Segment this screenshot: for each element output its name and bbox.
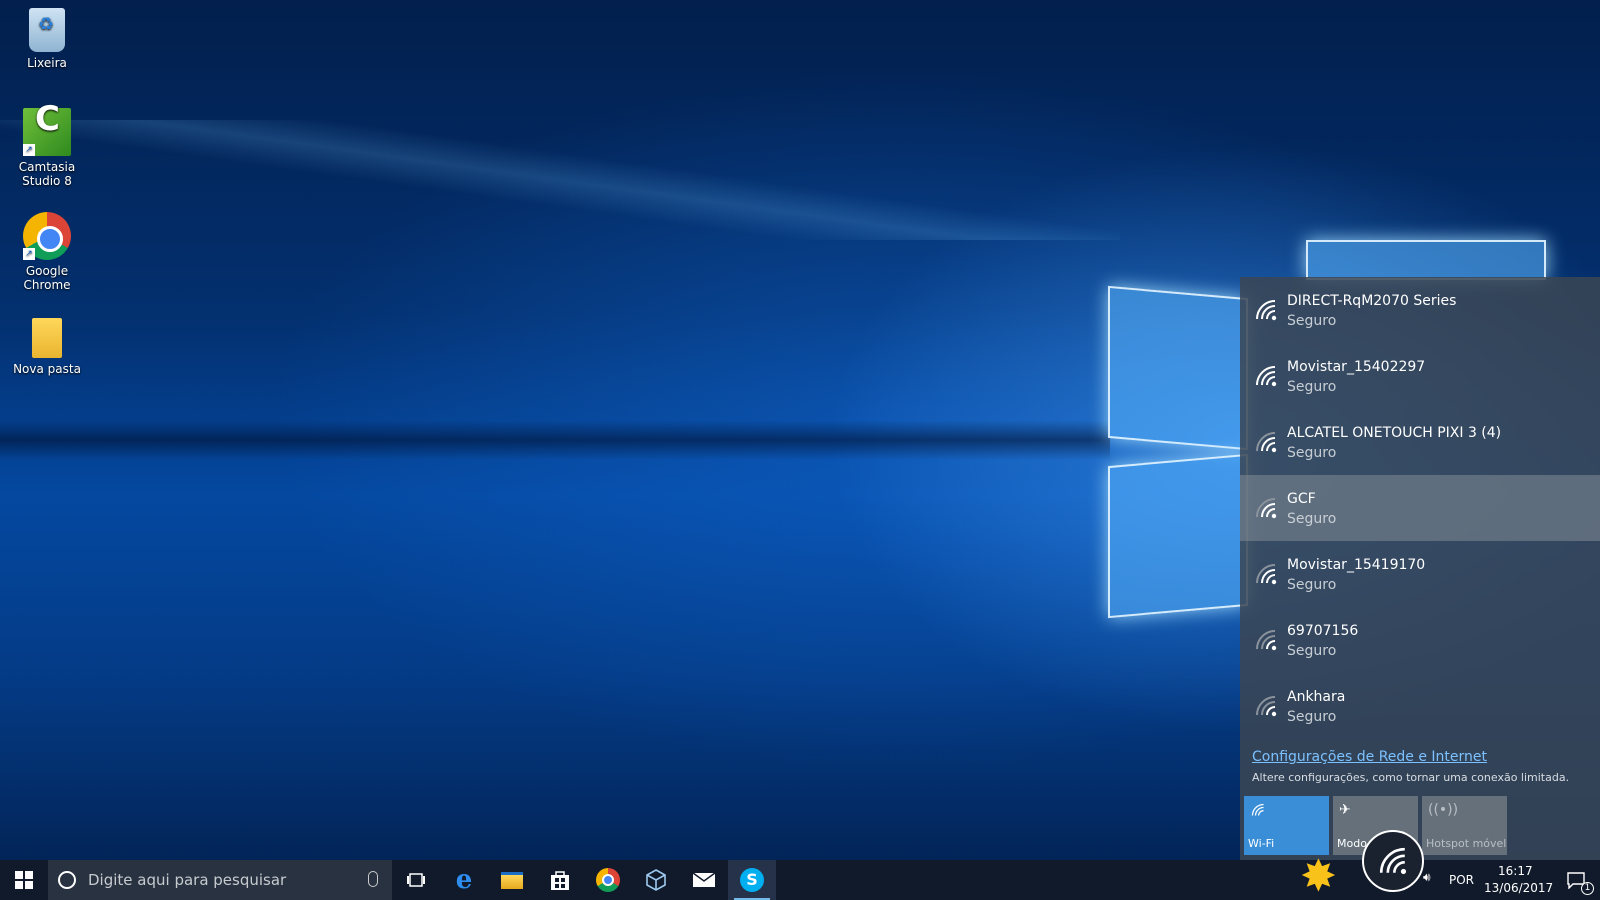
file-explorer-icon xyxy=(501,871,523,889)
network-item[interactable]: ALCATEL ONETOUCH PIXI 3 (4) Seguro xyxy=(1240,409,1600,475)
network-item[interactable]: Movistar_15419170 Seguro xyxy=(1240,541,1600,607)
shortcut-arrow-icon: ↗ xyxy=(23,248,35,260)
desktop-icon-camtasia[interactable]: ↗ Camtasia Studio 8 xyxy=(4,108,90,188)
shortcut-arrow-icon: ↗ xyxy=(23,144,35,156)
mail-button[interactable] xyxy=(680,860,728,900)
wallpaper-window-pane xyxy=(1108,285,1248,451)
desktop-icon-folder[interactable]: Nova pasta xyxy=(4,318,90,376)
network-tray-button[interactable] xyxy=(1362,830,1424,892)
network-ssid: DIRECT-RqM2070 Series xyxy=(1287,293,1457,309)
wifi-signal-icon xyxy=(1256,366,1277,387)
network-ssid: Movistar_15402297 xyxy=(1287,359,1426,375)
network-security: Seguro xyxy=(1287,643,1337,659)
network-item-highlighted[interactable]: GCF Seguro xyxy=(1240,475,1600,541)
network-security: Seguro xyxy=(1287,511,1337,527)
network-settings-subtext: Altere configurações, como tornar uma co… xyxy=(1252,771,1570,784)
language-indicator[interactable]: POR xyxy=(1449,873,1474,887)
network-security: Seguro xyxy=(1287,379,1337,395)
store-button[interactable] xyxy=(536,860,584,900)
wallpaper-shadow xyxy=(0,420,1110,460)
action-center-button[interactable]: 1 xyxy=(1552,860,1600,900)
notification-count-badge: 1 xyxy=(1581,882,1594,895)
desktop-icon-label: Nova pasta xyxy=(13,362,81,376)
wifi-signal-icon xyxy=(1256,564,1277,585)
wifi-signal-icon xyxy=(1256,432,1277,453)
task-view-icon xyxy=(407,873,425,887)
hotspot-icon: ((•)) xyxy=(1428,802,1459,818)
skype-icon: S xyxy=(740,868,764,892)
network-ssid: 69707156 xyxy=(1287,623,1359,639)
wifi-signal-icon xyxy=(1256,300,1277,321)
edge-button[interactable]: e xyxy=(440,860,488,900)
network-flyout: DIRECT-RqM2070 Series Seguro Movistar_15… xyxy=(1240,277,1600,860)
recycle-bin-icon xyxy=(29,8,65,52)
tile-label: Hotspot móvel xyxy=(1426,837,1507,850)
network-security: Seguro xyxy=(1287,445,1337,461)
network-security: Seguro xyxy=(1287,577,1337,593)
network-ssid: ALCATEL ONETOUCH PIXI 3 (4) xyxy=(1287,425,1502,441)
airplane-icon: ✈ xyxy=(1339,802,1351,818)
wallpaper-beam xyxy=(0,120,1120,240)
virtualbox-icon xyxy=(646,869,666,891)
chrome-taskbar-button[interactable] xyxy=(584,860,632,900)
network-ssid: GCF xyxy=(1287,491,1316,507)
taskbar-search-box[interactable]: Digite aqui para pesquisar xyxy=(48,860,392,900)
network-item[interactable]: Movistar_15402297 Seguro xyxy=(1240,343,1600,409)
desktop-icon-label: Lixeira xyxy=(27,56,67,70)
volume-icon[interactable]: 🔊︎ xyxy=(1423,870,1431,885)
tile-label: Wi-Fi xyxy=(1248,837,1275,850)
desktop-icon-label: Google Chrome xyxy=(23,264,71,292)
desktop-icon-label: Camtasia Studio 8 xyxy=(18,160,76,188)
cortana-icon xyxy=(58,871,76,889)
wifi-toggle-tile[interactable]: Wi-Fi xyxy=(1244,796,1329,855)
network-security: Seguro xyxy=(1287,313,1337,329)
network-item[interactable]: 69707156 Seguro xyxy=(1240,607,1600,673)
wifi-signal-icon xyxy=(1256,630,1277,651)
edge-icon: e xyxy=(455,865,473,895)
network-settings-link[interactable]: Configurações de Rede e Internet xyxy=(1252,749,1487,765)
network-item[interactable]: Ankhara Seguro xyxy=(1240,673,1600,739)
tile-label: Modo xyxy=(1337,837,1367,850)
search-placeholder: Digite aqui para pesquisar xyxy=(88,871,287,889)
camtasia-icon: ↗ xyxy=(23,108,71,156)
wifi-tray-icon xyxy=(1379,847,1407,875)
wifi-signal-icon xyxy=(1256,696,1277,717)
network-security: Seguro xyxy=(1287,709,1337,725)
highlight-burst-icon: ✸ xyxy=(1300,851,1337,900)
mobile-hotspot-tile[interactable]: ((•)) Hotspot móvel xyxy=(1422,796,1507,855)
wallpaper-window-pane xyxy=(1108,453,1248,619)
windows-logo-icon xyxy=(15,871,33,889)
file-explorer-button[interactable] xyxy=(488,860,536,900)
skype-button[interactable]: S xyxy=(728,860,776,900)
wifi-signal-icon xyxy=(1256,498,1277,519)
taskbar: Digite aqui para pesquisar e S 🔊︎ POR 16… xyxy=(0,860,1600,900)
clock-date[interactable]: 13/06/2017 xyxy=(1484,881,1553,895)
chrome-icon: ↗ xyxy=(23,212,71,260)
desktop-icon-recycle-bin[interactable]: Lixeira xyxy=(4,8,90,70)
desktop-icon-chrome[interactable]: ↗ Google Chrome xyxy=(4,212,90,292)
start-button[interactable] xyxy=(0,860,48,900)
chrome-icon xyxy=(596,868,620,892)
folder-icon xyxy=(32,318,62,358)
wallpaper-window-pane xyxy=(1306,240,1546,280)
network-ssid: Ankhara xyxy=(1287,689,1346,705)
task-view-button[interactable] xyxy=(392,860,440,900)
clock-time[interactable]: 16:17 xyxy=(1498,864,1533,878)
wifi-icon xyxy=(1251,803,1264,816)
mail-icon xyxy=(692,872,716,887)
microphone-icon[interactable] xyxy=(368,871,378,887)
virtualbox-button[interactable] xyxy=(632,860,680,900)
store-icon xyxy=(551,871,569,890)
network-item[interactable]: DIRECT-RqM2070 Series Seguro xyxy=(1240,277,1600,343)
network-ssid: Movistar_15419170 xyxy=(1287,557,1426,573)
